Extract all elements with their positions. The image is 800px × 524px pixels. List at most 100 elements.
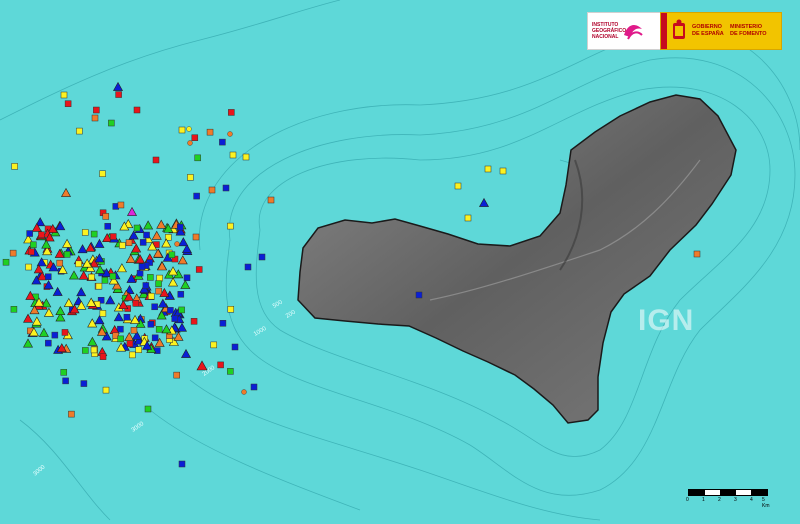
- earthquake-square: [11, 163, 18, 170]
- earthquake-square: [155, 287, 162, 295]
- earthquake-square: [109, 273, 117, 280]
- earthquake-square: [151, 303, 158, 311]
- earthquake-square: [56, 259, 64, 267]
- earthquake-square: [144, 405, 152, 413]
- scale-tick-label: 2: [718, 497, 721, 503]
- earthquake-square: [173, 371, 180, 379]
- earthquake-square: [222, 184, 230, 192]
- earthquake-square: [115, 91, 122, 98]
- earthquake-square: [30, 241, 37, 249]
- ign-emblem-icon: [624, 25, 643, 40]
- scale-tick-label: 4: [750, 497, 753, 503]
- earthquake-square: [90, 346, 98, 354]
- earthquake-square: [99, 353, 107, 360]
- earthquake-square: [28, 248, 35, 256]
- scale-tick-label: 5 Km: [762, 497, 770, 509]
- earthquake-square: [227, 305, 235, 313]
- earthquake-square: [2, 258, 10, 266]
- gobierno-text: GOBIERNO DE ESPAÑA: [692, 24, 730, 38]
- earthquake-square: [219, 320, 227, 327]
- coat-of-arms-icon: [673, 19, 685, 39]
- earthquake-square: [250, 383, 258, 391]
- earthquake-square: [25, 263, 32, 271]
- earthquake-square: [80, 380, 88, 387]
- earthquake-square: [64, 100, 72, 107]
- earthquake-circle: [241, 389, 247, 395]
- earthquake-square: [219, 138, 226, 146]
- seismic-map: 200 500 1000 2000 3000 3000: [0, 0, 800, 524]
- earthquake-square: [206, 128, 214, 136]
- earthquake-square: [464, 214, 472, 222]
- earthquake-square: [119, 242, 126, 249]
- earthquake-square: [88, 273, 95, 281]
- earthquake-square: [45, 273, 52, 280]
- logo-line: MINISTERIO: [730, 24, 763, 30]
- earthquake-square: [93, 106, 100, 114]
- earthquake-square: [242, 153, 250, 161]
- scale-tick-label: 1: [702, 497, 705, 503]
- earthquake-square: [135, 346, 142, 354]
- earthquake-square: [244, 263, 252, 271]
- earthquake-square: [109, 233, 117, 240]
- earthquake-circle: [187, 140, 193, 146]
- logo-line: DE ESPAÑA: [692, 31, 724, 37]
- earthquake-square: [136, 269, 144, 277]
- earthquake-square: [499, 167, 507, 175]
- earthquake-square: [62, 377, 69, 385]
- earthquake-square: [190, 318, 198, 325]
- earthquake-square: [191, 134, 199, 141]
- earthquake-square: [38, 231, 45, 239]
- earthquake-square: [123, 314, 131, 321]
- earthquake-square: [168, 251, 176, 258]
- earthquake-square: [133, 224, 141, 232]
- earthquake-square: [68, 410, 75, 418]
- earthquake-square: [26, 230, 33, 237]
- scale-tick-label: 0: [686, 497, 689, 503]
- earthquake-square: [155, 280, 162, 287]
- earthquake-square: [217, 361, 224, 369]
- earthquake-square: [51, 331, 59, 339]
- earthquake-square: [192, 233, 200, 241]
- earthquake-square: [99, 170, 106, 177]
- earthquake-square: [117, 325, 124, 333]
- scale-labels: 0 1 2 3 4 5 Km: [686, 496, 770, 509]
- earthquake-square: [147, 274, 154, 281]
- earthquake-square: [152, 156, 160, 164]
- earthquake-square: [167, 307, 174, 314]
- earthquake-square: [61, 329, 69, 336]
- flag-stripe: [661, 13, 667, 49]
- earthquake-square: [194, 154, 201, 162]
- logo-line: GOBIERNO: [692, 24, 722, 30]
- earthquake-square: [183, 274, 191, 282]
- earthquake-square: [104, 223, 111, 230]
- earthquake-square: [171, 315, 178, 322]
- ign-watermark: IGN: [638, 304, 695, 337]
- earthquake-square: [60, 369, 68, 376]
- earthquake-square: [143, 231, 150, 239]
- earthquake-square: [147, 292, 155, 300]
- earthquake-square: [130, 327, 138, 334]
- earthquake-square: [75, 260, 82, 268]
- earthquake-square: [155, 326, 163, 333]
- earthquake-square: [228, 109, 235, 116]
- earthquake-square: [102, 386, 110, 394]
- earthquake-square: [147, 321, 155, 328]
- earthquake-square: [9, 249, 17, 257]
- earthquake-square: [693, 250, 701, 258]
- earthquake-square: [81, 229, 89, 236]
- earthquake-square: [142, 282, 150, 289]
- earthquake-square: [133, 106, 141, 114]
- earthquake-square: [454, 182, 462, 190]
- earthquake-circle: [227, 131, 233, 137]
- earthquake-square: [151, 334, 159, 342]
- ministerio-fomento-logo: GOBIERNO DE ESPAÑA MINISTERIO DE FOMENTO: [660, 12, 782, 50]
- ign-logo-text: INSTITUTO GEOGRÁFICO NACIONAL: [592, 22, 626, 40]
- earthquake-square: [129, 351, 136, 359]
- earthquake-square: [178, 126, 186, 134]
- earthquake-square: [195, 266, 203, 273]
- scale-tick-label: 3: [734, 497, 737, 503]
- earthquake-square: [139, 239, 147, 246]
- earthquake-square: [99, 310, 107, 317]
- earthquake-square: [258, 253, 266, 261]
- earthquake-square: [193, 192, 200, 200]
